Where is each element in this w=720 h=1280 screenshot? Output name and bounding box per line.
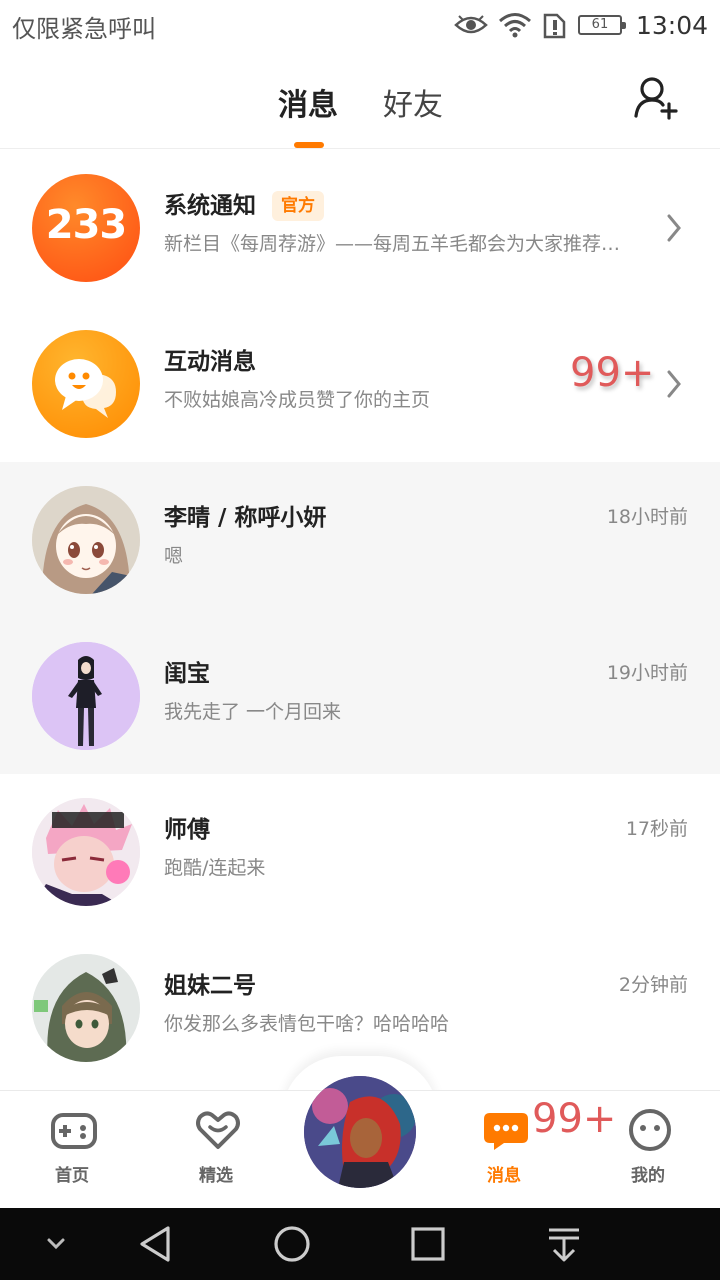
system-notice-preview: 新栏目《每周荐游》——每周五羊毛都会为大家推荐… [164, 233, 621, 255]
conversation-preview: 嗯 [164, 545, 184, 567]
nav-home-label: 首页 [55, 1166, 89, 1186]
recents-icon[interactable] [408, 1224, 448, 1264]
smiley-icon [629, 1109, 671, 1151]
avatar [32, 798, 140, 906]
interaction-title: 互动消息 [164, 349, 256, 375]
conversation-time: 2分钟前 [618, 974, 688, 996]
standing-girl-avatar-icon [32, 642, 140, 750]
interaction-row[interactable]: 互动消息 不败姑娘高冷成员赞了你的主页 99+ [0, 306, 720, 462]
active-tab-indicator [294, 142, 324, 148]
system-notice-avatar-text: 233 [45, 202, 128, 248]
conversation-name: 师傅 [164, 817, 210, 843]
add-user-icon[interactable] [632, 74, 680, 122]
sim-alert-icon [543, 13, 566, 39]
nav-home[interactable]: 首页 [22, 1091, 122, 1209]
chat-icon [484, 1113, 528, 1150]
system-notice-title: 系统通知 [164, 193, 256, 219]
chevron-right-icon [667, 214, 681, 242]
character-avatar-icon [304, 1076, 416, 1188]
clock: 13:04 [635, 10, 708, 40]
conversation-row[interactable]: 李晴 / 称呼小妍 嗯 18小时前 [0, 462, 720, 618]
official-badge: 官方 [272, 191, 324, 221]
notification-pull-icon[interactable] [544, 1224, 584, 1264]
system-notice-row[interactable]: 233 系统通知 官方 新栏目《每周荐游》——每周五羊毛都会为大家推荐… [0, 150, 720, 306]
interaction-preview: 不败姑娘高冷成员赞了你的主页 [164, 389, 431, 411]
anime-boy-avatar-icon [32, 798, 140, 906]
eye-icon [454, 15, 488, 34]
system-notice-avatar: 233 [32, 174, 140, 282]
status-bar: 仅限紧急呼叫 61 13:04 [0, 0, 720, 50]
conversation-name: 姐妹二号 [164, 973, 256, 999]
battery-icon: 61 [577, 15, 626, 35]
system-navigation-bar [0, 1208, 720, 1280]
top-tab-bar: 消息 好友 [0, 50, 720, 149]
conversation-preview: 我先走了 一个月回来 [164, 701, 342, 723]
hooded-boy-avatar-icon [32, 954, 140, 1062]
conversation-preview: 跑酷/连起来 [164, 857, 266, 879]
back-icon[interactable] [136, 1224, 176, 1264]
home-icon[interactable] [272, 1224, 312, 1264]
conversation-time: 19小时前 [606, 662, 688, 684]
avatar [32, 954, 140, 1062]
nav-profile-label: 我的 [631, 1166, 665, 1186]
status-icons: 61 13:04 [454, 8, 708, 42]
conversation-preview: 你发那么多表情包干啥？哈哈哈哈 [164, 1013, 450, 1035]
conversation-name: 李晴 / 称呼小妍 [164, 505, 327, 531]
tab-friends[interactable]: 好友 [383, 80, 443, 124]
nav-featured[interactable]: 精选 [166, 1091, 266, 1209]
avatar [32, 486, 140, 594]
tab-messages[interactable]: 消息 [278, 80, 338, 124]
gamepad-icon [51, 1113, 97, 1149]
conversation-row[interactable]: 闺宝 我先走了 一个月回来 19小时前 [0, 618, 720, 774]
messages-unread-badge: 99+ [532, 1096, 617, 1142]
unread-count-badge: 99+ [570, 350, 655, 396]
conversation-time: 18小时前 [606, 506, 688, 528]
wifi-icon [498, 13, 531, 38]
conversation-name: 闺宝 [164, 661, 210, 687]
center-game-avatar-button[interactable] [304, 1076, 416, 1188]
nav-messages-label: 消息 [487, 1166, 521, 1186]
interaction-avatar [32, 330, 140, 438]
chat-bubble-icon [55, 359, 116, 418]
conversation-row[interactable]: 师傅 跑酷/连起来 17秒前 [0, 774, 720, 930]
chevron-down-icon[interactable] [44, 1224, 68, 1264]
nav-featured-label: 精选 [199, 1166, 233, 1186]
system-notice-title-line: 系统通知 官方 [164, 186, 324, 221]
chevron-right-icon [667, 370, 681, 398]
avatar [32, 642, 140, 750]
conversation-time: 17秒前 [625, 818, 688, 840]
carrier-label: 仅限紧急呼叫 [12, 15, 156, 43]
heart-icon [196, 1111, 240, 1149]
anime-girl-avatar-icon [32, 486, 140, 594]
